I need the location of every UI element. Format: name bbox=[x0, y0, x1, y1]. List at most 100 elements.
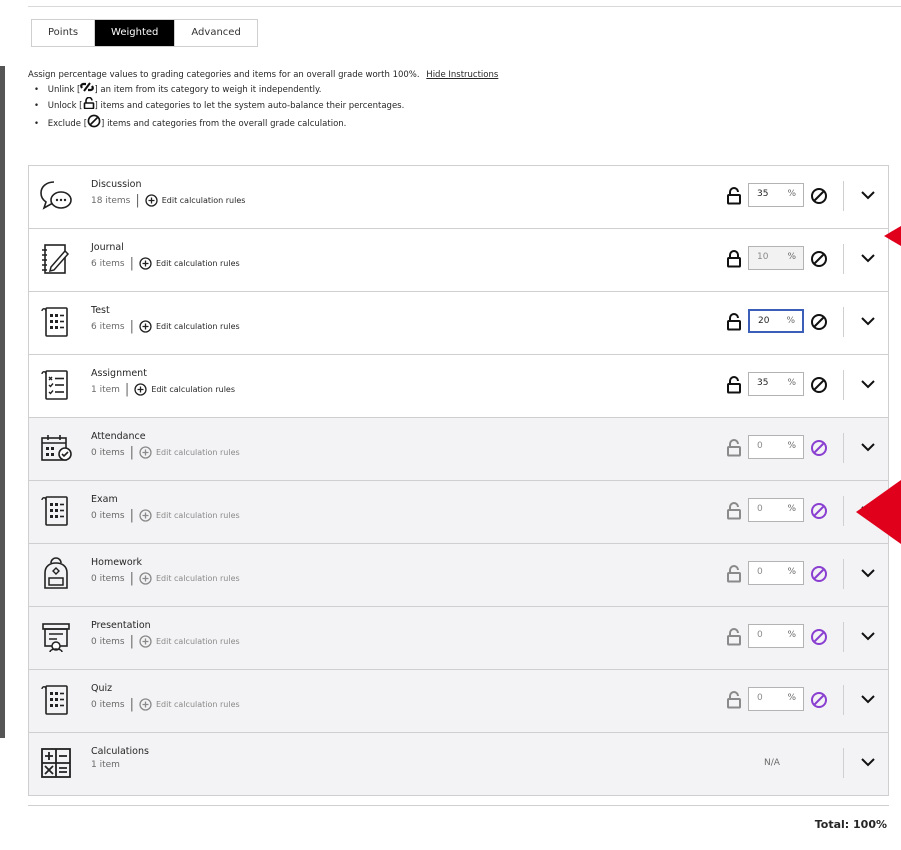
unlock-icon[interactable] bbox=[726, 502, 742, 520]
category-row-calculations: Calculations 1 item N/A bbox=[28, 732, 889, 796]
category-row-journal: Journal 6 items | Edit calculation rules… bbox=[28, 228, 889, 291]
calculator-icon bbox=[41, 748, 71, 778]
edit-calculation-rules-button[interactable]: Edit calculation rules bbox=[139, 446, 240, 459]
category-name: Discussion bbox=[91, 179, 142, 190]
tab-weighted[interactable]: Weighted bbox=[95, 20, 176, 46]
percent-input[interactable]: 10% bbox=[748, 246, 804, 270]
instructions: Assign percentage values to grading cate… bbox=[28, 68, 498, 133]
item-count: 1 item bbox=[91, 760, 120, 770]
divider bbox=[843, 559, 844, 589]
category-name: Journal bbox=[91, 242, 124, 253]
divider bbox=[843, 370, 844, 400]
unlock-icon[interactable] bbox=[726, 187, 742, 205]
exclude-icon[interactable] bbox=[810, 313, 828, 331]
discussion-icon bbox=[40, 181, 72, 210]
tab-advanced[interactable]: Advanced bbox=[175, 20, 256, 46]
tab-points[interactable]: Points bbox=[32, 20, 96, 46]
chevron-down-icon[interactable] bbox=[860, 315, 876, 327]
percent-input[interactable]: 0% bbox=[748, 435, 804, 459]
exam-icon bbox=[41, 496, 68, 526]
category-name: Presentation bbox=[91, 620, 151, 631]
exclude-icon[interactable] bbox=[810, 187, 828, 205]
exclude-icon[interactable] bbox=[810, 628, 828, 646]
exclude-icon[interactable] bbox=[810, 376, 828, 394]
chevron-down-icon[interactable] bbox=[860, 378, 876, 390]
instruction-unlink: Unlink [] an item from its category to w… bbox=[34, 82, 498, 97]
chevron-down-icon[interactable] bbox=[860, 693, 876, 705]
assignment-icon bbox=[41, 370, 68, 400]
exclude-icon[interactable] bbox=[810, 565, 828, 583]
chevron-down-icon[interactable] bbox=[860, 567, 876, 579]
percent-input[interactable]: 35% bbox=[748, 372, 804, 396]
percent-input[interactable]: 20% bbox=[748, 309, 804, 333]
item-count: 6 items bbox=[91, 321, 125, 332]
unlock-icon[interactable] bbox=[726, 376, 742, 394]
item-count: 0 items bbox=[91, 447, 125, 458]
percent-input[interactable]: 0% bbox=[748, 561, 804, 585]
divider bbox=[843, 181, 844, 211]
unlock-icon[interactable] bbox=[726, 313, 742, 331]
instruction-unlock: Unlock [] items and categories to let th… bbox=[34, 96, 498, 114]
unlock-icon[interactable] bbox=[726, 565, 742, 583]
exclude-icon[interactable] bbox=[810, 439, 828, 457]
chevron-down-icon[interactable] bbox=[860, 441, 876, 453]
total-label: Total: 100% bbox=[814, 818, 887, 831]
separator: | bbox=[129, 256, 134, 271]
separator: | bbox=[129, 508, 134, 523]
edit-calculation-rules-button[interactable]: Edit calculation rules bbox=[139, 698, 240, 711]
chevron-down-icon[interactable] bbox=[860, 252, 876, 264]
edit-calculation-rules-button[interactable]: Edit calculation rules bbox=[139, 257, 240, 270]
lock-icon[interactable] bbox=[726, 250, 742, 268]
separator: | bbox=[129, 634, 134, 649]
item-count: 0 items bbox=[91, 510, 125, 521]
divider bbox=[843, 433, 844, 463]
plus-circle-icon bbox=[139, 320, 152, 333]
category-row-discussion: Discussion 18 items | Edit calculation r… bbox=[28, 165, 889, 228]
category-row-homework: Homework 0 items | Edit calculation rule… bbox=[28, 543, 889, 606]
edit-calculation-rules-button[interactable]: Edit calculation rules bbox=[139, 635, 240, 648]
percent-input[interactable]: 35% bbox=[748, 183, 804, 207]
separator: | bbox=[129, 319, 134, 334]
unlock-icon[interactable] bbox=[726, 628, 742, 646]
edit-calculation-rules-button[interactable]: Edit calculation rules bbox=[139, 572, 240, 585]
category-name: Test bbox=[91, 305, 110, 316]
hide-instructions-link[interactable]: Hide Instructions bbox=[426, 70, 498, 80]
separator: | bbox=[124, 382, 130, 397]
edit-calculation-rules-button[interactable]: Edit calculation rules bbox=[145, 194, 245, 207]
unlock-icon[interactable] bbox=[726, 439, 742, 457]
quiz-icon bbox=[41, 685, 68, 715]
percent-input[interactable]: 0% bbox=[748, 498, 804, 522]
exclude-icon[interactable] bbox=[810, 250, 828, 268]
divider bbox=[843, 748, 844, 778]
exclude-icon[interactable] bbox=[810, 691, 828, 709]
separator: | bbox=[129, 445, 134, 460]
plus-circle-icon bbox=[139, 509, 152, 522]
plus-circle-icon bbox=[145, 194, 158, 207]
chevron-down-icon[interactable] bbox=[860, 756, 876, 768]
divider bbox=[843, 244, 844, 274]
unlock-icon[interactable] bbox=[726, 691, 742, 709]
percent-input[interactable]: 0% bbox=[748, 624, 804, 648]
exclude-icon[interactable] bbox=[810, 502, 828, 520]
plus-circle-icon bbox=[139, 446, 152, 459]
plus-circle-icon bbox=[139, 572, 152, 585]
category-row-assignment: Assignment 1 item | Edit calculation rul… bbox=[28, 354, 889, 417]
item-count: 0 items bbox=[91, 636, 125, 647]
edit-calculation-rules-button[interactable]: Edit calculation rules bbox=[139, 509, 240, 522]
edit-calculation-rules-button[interactable]: Edit calculation rules bbox=[139, 320, 240, 333]
separator: | bbox=[135, 193, 140, 208]
divider bbox=[843, 496, 844, 526]
top-divider bbox=[28, 6, 901, 7]
chevron-down-icon[interactable] bbox=[860, 630, 876, 642]
homework-icon bbox=[44, 557, 68, 589]
plus-circle-icon bbox=[139, 698, 152, 711]
percent-input[interactable]: 0% bbox=[748, 687, 804, 711]
category-row-presentation: Presentation 0 items | Edit calculation … bbox=[28, 606, 889, 669]
instructions-intro: Assign percentage values to grading cate… bbox=[28, 70, 420, 80]
edit-calculation-rules-button[interactable]: Edit calculation rules bbox=[134, 383, 235, 396]
item-count: 18 items bbox=[91, 195, 131, 206]
journal-icon bbox=[42, 244, 70, 274]
attendance-icon bbox=[41, 435, 72, 461]
chevron-down-icon[interactable] bbox=[860, 189, 876, 201]
annotation-arrow-icon bbox=[856, 480, 901, 544]
